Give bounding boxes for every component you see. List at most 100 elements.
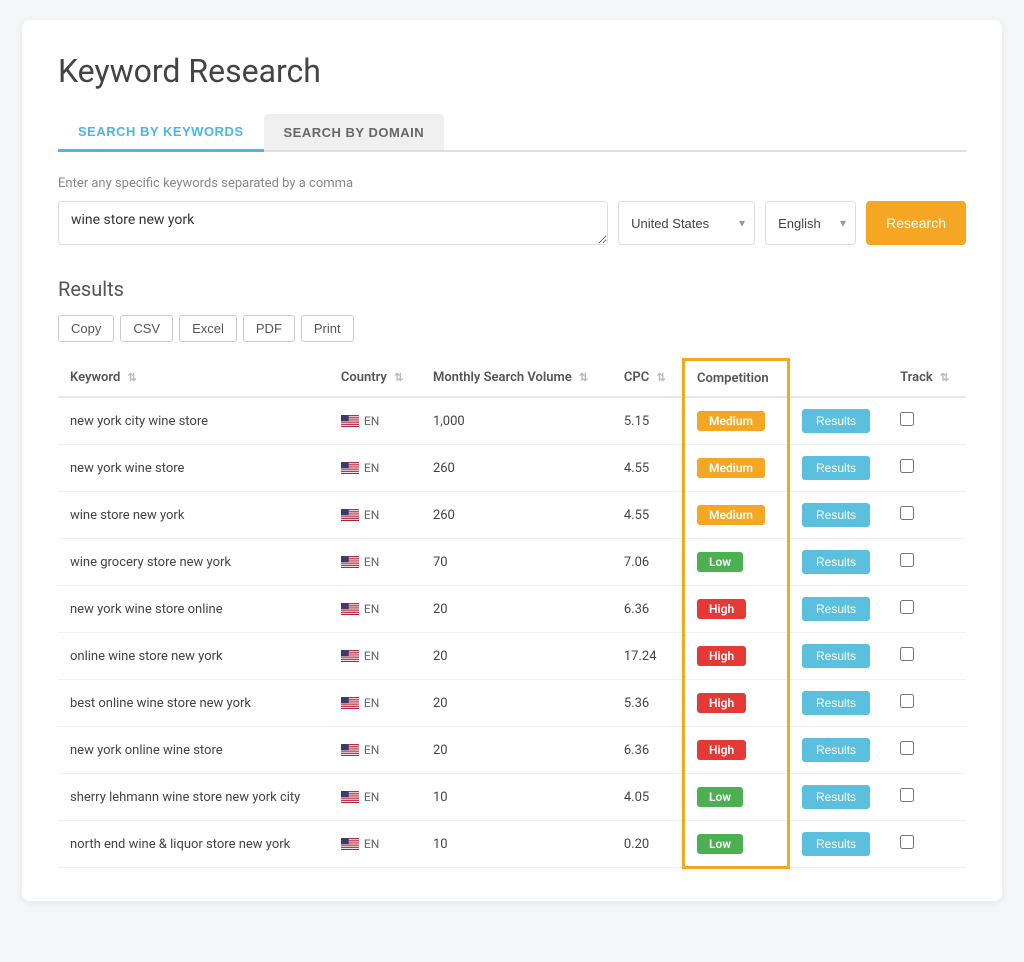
country-select-wrap: United States United Kingdom Canada Aust… xyxy=(618,201,755,245)
col-header-competition: Competition xyxy=(684,360,789,398)
results-button[interactable]: Results xyxy=(802,597,870,621)
pdf-button[interactable]: PDF xyxy=(243,315,295,342)
results-button[interactable]: Results xyxy=(802,456,870,480)
track-checkbox[interactable] xyxy=(900,788,914,802)
table-row: north end wine & liquor store new york E… xyxy=(58,821,966,868)
cell-keyword: wine store new york xyxy=(58,492,329,539)
us-flag-icon xyxy=(341,791,359,803)
cell-results-action: Results xyxy=(789,727,889,774)
table-row: new york online wine store EN 20 6.36 Hi… xyxy=(58,727,966,774)
results-section: Results Copy CSV Excel PDF Print Keyword… xyxy=(58,277,966,869)
results-button[interactable]: Results xyxy=(802,738,870,762)
keyword-input[interactable]: wine store new york xyxy=(58,201,608,245)
cell-country: EN xyxy=(329,586,421,633)
track-sort-icon[interactable]: ⇅ xyxy=(940,371,949,384)
cell-cpc: 4.55 xyxy=(612,445,684,492)
cell-track xyxy=(888,821,966,868)
competition-badge: High xyxy=(697,646,746,666)
copy-button[interactable]: Copy xyxy=(58,315,114,342)
research-button[interactable]: Research xyxy=(866,201,966,245)
results-button[interactable]: Results xyxy=(802,644,870,668)
results-button[interactable]: Results xyxy=(802,785,870,809)
cell-volume: 20 xyxy=(421,633,612,680)
table-row: new york wine store EN 260 4.55 Medium R… xyxy=(58,445,966,492)
cell-country: EN xyxy=(329,492,421,539)
cell-cpc: 4.05 xyxy=(612,774,684,821)
csv-button[interactable]: CSV xyxy=(120,315,173,342)
track-checkbox[interactable] xyxy=(900,741,914,755)
table-row: wine grocery store new york EN 70 7.06 L… xyxy=(58,539,966,586)
cell-volume: 20 xyxy=(421,727,612,774)
cell-track xyxy=(888,774,966,821)
competition-badge: Low xyxy=(697,552,743,572)
cell-volume: 20 xyxy=(421,586,612,633)
cell-country: EN xyxy=(329,727,421,774)
cell-results-action: Results xyxy=(789,492,889,539)
cell-competition: Low xyxy=(684,821,789,868)
track-checkbox[interactable] xyxy=(900,647,914,661)
cell-volume: 260 xyxy=(421,492,612,539)
cell-track xyxy=(888,727,966,774)
cell-results-action: Results xyxy=(789,397,889,445)
country-select[interactable]: United States United Kingdom Canada Aust… xyxy=(618,201,755,245)
print-button[interactable]: Print xyxy=(301,315,354,342)
track-checkbox[interactable] xyxy=(900,694,914,708)
excel-button[interactable]: Excel xyxy=(179,315,237,342)
cell-track xyxy=(888,680,966,727)
cell-country: EN xyxy=(329,633,421,680)
cell-results-action: Results xyxy=(789,445,889,492)
results-button[interactable]: Results xyxy=(802,409,870,433)
cell-results-action: Results xyxy=(789,680,889,727)
cell-keyword: wine grocery store new york xyxy=(58,539,329,586)
results-button[interactable]: Results xyxy=(802,503,870,527)
cell-competition: High xyxy=(684,633,789,680)
track-checkbox[interactable] xyxy=(900,600,914,614)
cell-competition: Medium xyxy=(684,397,789,445)
track-checkbox[interactable] xyxy=(900,506,914,520)
table-row: sherry lehmann wine store new york city … xyxy=(58,774,966,821)
col-header-track: Track ⇅ xyxy=(888,360,966,398)
cell-competition: Medium xyxy=(684,445,789,492)
table-row: best online wine store new york EN 20 5.… xyxy=(58,680,966,727)
language-select[interactable]: English Spanish French German xyxy=(765,201,856,245)
cell-volume: 10 xyxy=(421,821,612,868)
col-header-cpc: CPC ⇅ xyxy=(612,360,684,398)
competition-badge: Low xyxy=(697,834,743,854)
cell-cpc: 7.06 xyxy=(612,539,684,586)
cell-cpc: 17.24 xyxy=(612,633,684,680)
cell-cpc: 5.36 xyxy=(612,680,684,727)
cell-volume: 10 xyxy=(421,774,612,821)
cell-cpc: 6.36 xyxy=(612,586,684,633)
results-button[interactable]: Results xyxy=(802,832,870,856)
country-sort-icon[interactable]: ⇅ xyxy=(394,371,403,384)
results-button[interactable]: Results xyxy=(802,691,870,715)
cell-keyword: best online wine store new york xyxy=(58,680,329,727)
cell-keyword: new york online wine store xyxy=(58,727,329,774)
table-row: new york city wine store EN 1,000 5.15 M… xyxy=(58,397,966,445)
track-checkbox[interactable] xyxy=(900,835,914,849)
cell-keyword: north end wine & liquor store new york xyxy=(58,821,329,868)
keyword-sort-icon[interactable]: ⇅ xyxy=(128,371,137,384)
cell-cpc: 6.36 xyxy=(612,727,684,774)
cell-competition: Low xyxy=(684,539,789,586)
table-row: online wine store new york EN 20 17.24 H… xyxy=(58,633,966,680)
volume-sort-icon[interactable]: ⇅ xyxy=(579,371,588,384)
cell-country: EN xyxy=(329,445,421,492)
track-checkbox[interactable] xyxy=(900,412,914,426)
tab-search-keywords[interactable]: Search By Keywords xyxy=(58,114,264,152)
page-title: Keyword Research xyxy=(58,52,966,90)
competition-badge: Low xyxy=(697,787,743,807)
cell-cpc: 4.55 xyxy=(612,492,684,539)
cell-country: EN xyxy=(329,774,421,821)
cell-track xyxy=(888,539,966,586)
tab-search-domain[interactable]: Search By Domain xyxy=(264,114,445,150)
us-flag-icon xyxy=(341,650,359,662)
us-flag-icon xyxy=(341,509,359,521)
track-checkbox[interactable] xyxy=(900,553,914,567)
track-checkbox[interactable] xyxy=(900,459,914,473)
table-row: wine store new york EN 260 4.55 Medium R… xyxy=(58,492,966,539)
results-button[interactable]: Results xyxy=(802,550,870,574)
results-table: Keyword ⇅ Country ⇅ Monthly Search Volum… xyxy=(58,358,966,869)
us-flag-icon xyxy=(341,697,359,709)
cpc-sort-icon[interactable]: ⇅ xyxy=(656,371,665,384)
